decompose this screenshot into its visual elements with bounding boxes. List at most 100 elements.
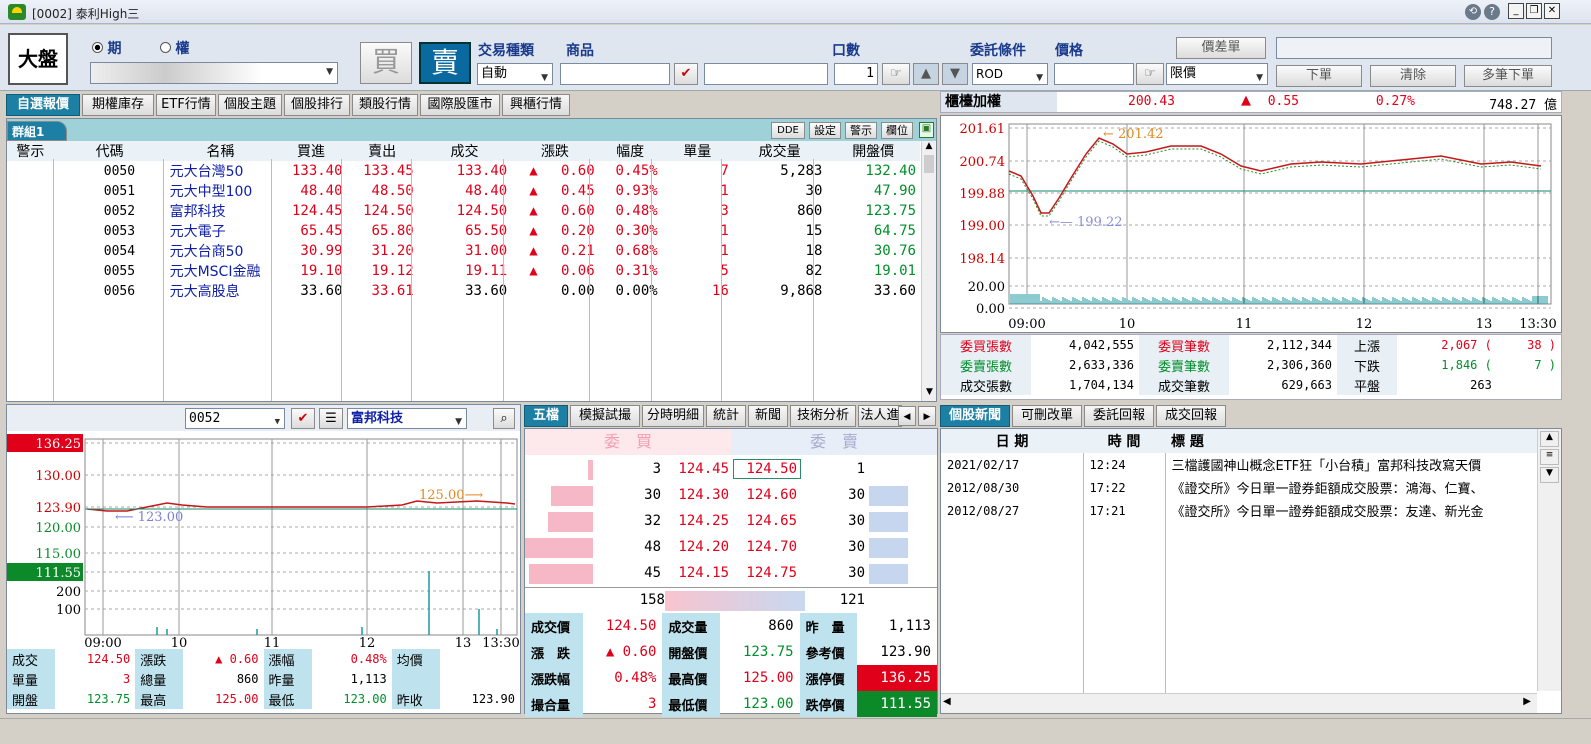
col-name[interactable]: 名稱	[165, 141, 276, 161]
quote-tab[interactable]: 分時明細	[642, 405, 704, 427]
news-col-header[interactable]: 時 間	[1083, 429, 1165, 453]
options-radio[interactable]: 權	[160, 38, 189, 58]
quote-tab[interactable]: 技術分析	[790, 405, 856, 427]
product-lookup-button[interactable]: ✔	[674, 63, 698, 85]
col-alert[interactable]: 警示	[7, 141, 54, 161]
news-row[interactable]: 2012/08/30 17:22 《證交所》今日單一證券鉅額成交股票：鴻海、仁寶、	[941, 476, 1540, 499]
news-scroll-up-icon[interactable]: ▲	[1540, 431, 1559, 447]
col-tickvol[interactable]: 單量	[661, 141, 733, 161]
news-tab[interactable]: 可刪改單	[1012, 405, 1082, 427]
scroll-up-icon[interactable]: ▲	[922, 141, 936, 155]
table-row[interactable]: 0055元大MSCI金融19.1019.1219.11▲0.060.31%582…	[7, 261, 920, 281]
ask-price[interactable]: 124.70	[733, 539, 797, 555]
news-tab[interactable]: 委託回報	[1084, 405, 1154, 427]
price-input[interactable]	[1054, 63, 1134, 85]
watchlist-scrollbar[interactable]: ▲ ▼	[921, 141, 936, 401]
ask-price[interactable]: 124.50	[733, 459, 801, 479]
dde-button[interactable]: DDE	[771, 122, 805, 139]
table-row[interactable]: 0056元大高股息33.6033.6133.600.000.00%169,868…	[7, 281, 920, 301]
bid-price[interactable]: 124.15	[665, 565, 729, 581]
qty-hand-icon[interactable]: ☞	[882, 63, 910, 85]
quote-tab[interactable]: 模擬試撮	[570, 405, 640, 427]
stock-list-icon[interactable]: ☰	[319, 408, 343, 429]
minimize-icon[interactable]: _	[1508, 3, 1524, 19]
news-vscroll[interactable]: ▲ ≡ ▼	[1537, 429, 1561, 691]
spread-order-button[interactable]: 價差單	[1176, 37, 1266, 59]
news-scroll-mid-icon[interactable]: ≡	[1540, 449, 1559, 465]
futures-radio[interactable]: 期	[92, 38, 121, 58]
market-button[interactable]: 大盤	[8, 33, 68, 85]
col-volume[interactable]: 成交量	[732, 141, 827, 161]
alert-cell[interactable]	[7, 281, 54, 301]
alert-cell[interactable]	[7, 161, 54, 181]
tab-watchlist[interactable]: 自選報價	[6, 94, 80, 116]
col-open[interactable]: 開盤價	[826, 141, 920, 161]
alert-cell[interactable]	[7, 181, 54, 201]
qty-up-icon[interactable]: ▲	[913, 63, 939, 85]
scroll-down-icon[interactable]: ▼	[922, 387, 937, 401]
help-icon[interactable]: ?	[1484, 4, 1500, 20]
columns-button[interactable]: 欄位	[881, 122, 913, 139]
tab-scroll-left-icon[interactable]: ◀	[898, 406, 916, 426]
bid-price[interactable]: 124.30	[665, 487, 729, 503]
close-icon[interactable]: ✕	[1544, 3, 1560, 19]
table-row[interactable]: 0051元大中型10048.4048.5048.40▲0.450.93%1304…	[7, 181, 920, 201]
tab-scroll-right-icon[interactable]: ▶	[918, 406, 936, 426]
place-order-button[interactable]: 下單	[1276, 65, 1362, 87]
news-row[interactable]: 2012/08/27 17:21 《證交所》今日單一證券鉅額成交股票：友達、新光金	[941, 499, 1540, 522]
alert-button[interactable]: 警示	[845, 122, 877, 139]
quote-tab[interactable]: 新聞	[748, 405, 788, 427]
col-last[interactable]: 成交	[417, 141, 512, 161]
account-select[interactable]	[90, 62, 338, 84]
bid-price[interactable]: 124.20	[665, 539, 729, 555]
trade-type-select[interactable]: 自動	[477, 63, 553, 88]
bid-price[interactable]: 124.25	[665, 513, 729, 529]
col-pct[interactable]: 幅度	[598, 141, 662, 161]
col-bid[interactable]: 買進	[275, 141, 347, 161]
export-icon[interactable]: ▣	[919, 122, 934, 138]
clear-button[interactable]: 清除	[1370, 65, 1456, 87]
stock-search-icon[interactable]: ⌕	[493, 408, 515, 429]
sell-button[interactable]: 賣	[419, 42, 471, 84]
stock-confirm-icon[interactable]: ✔	[291, 408, 315, 429]
settings-button[interactable]: 設定	[809, 122, 841, 139]
ask-price[interactable]: 124.75	[733, 565, 797, 581]
news-scroll-left-icon[interactable]: ◀	[943, 696, 951, 707]
news-col-header[interactable]: 日 期	[941, 429, 1083, 453]
news-scroll-right-icon[interactable]: ▶	[1523, 696, 1531, 707]
alert-cell[interactable]	[7, 261, 54, 281]
tab-etf[interactable]: ETF行情	[156, 94, 216, 116]
tab-themes[interactable]: 個股主題	[218, 94, 282, 116]
table-row[interactable]: 0053元大電子65.4565.8065.50▲0.200.30%11564.7…	[7, 221, 920, 241]
news-scroll-down-icon[interactable]: ▼	[1540, 467, 1559, 483]
alert-cell[interactable]	[7, 201, 54, 221]
quote-tab[interactable]: 五檔	[524, 405, 568, 427]
quote-tab[interactable]: 統計	[706, 405, 746, 427]
table-row[interactable]: 0050 元大台灣50 133.40 133.45 133.40 ▲ 0.60 0.45% 7 5…	[7, 161, 920, 181]
ask-price[interactable]: 124.60	[733, 487, 797, 503]
multi-order-button[interactable]: 多筆下單	[1464, 65, 1552, 87]
tab-ranking[interactable]: 個股排行	[284, 94, 350, 116]
qty-input[interactable]: 1	[834, 63, 878, 85]
alert-cell[interactable]	[7, 221, 54, 241]
tab-positions[interactable]: 期權庫存	[82, 94, 154, 116]
tab-emerging[interactable]: 興櫃行情	[502, 94, 570, 116]
table-row[interactable]: 0054元大台商5030.9931.2031.00▲0.210.68%11830…	[7, 241, 920, 261]
news-hscroll[interactable]: ◀ ▶	[941, 693, 1537, 713]
col-ask[interactable]: 賣出	[346, 141, 418, 161]
price-type-select[interactable]: 限價	[1166, 63, 1268, 88]
group-tab[interactable]: 群組1	[7, 121, 67, 141]
bid-price[interactable]: 124.45	[665, 461, 729, 477]
table-row[interactable]: 0052 富邦科技 124.45 124.50 124.50 ▲ 0.60 0.48% 3 860…	[7, 201, 920, 221]
col-change[interactable]: 漲跌	[511, 141, 599, 161]
refresh-icon[interactable]: ⟲	[1465, 4, 1481, 20]
ask-price[interactable]: 124.65	[733, 513, 797, 529]
buy-button[interactable]: 買	[360, 42, 412, 84]
col-code[interactable]: 代碼	[53, 141, 166, 161]
stock-name-select[interactable]: 富邦科技	[347, 408, 467, 432]
stock-code-select[interactable]: 0052	[185, 408, 285, 432]
quote-tab[interactable]: 法人進	[858, 405, 902, 427]
scroll-thumb[interactable]	[924, 155, 934, 173]
tab-global[interactable]: 國際股匯市	[420, 94, 500, 116]
tab-sectors[interactable]: 類股行情	[352, 94, 418, 116]
